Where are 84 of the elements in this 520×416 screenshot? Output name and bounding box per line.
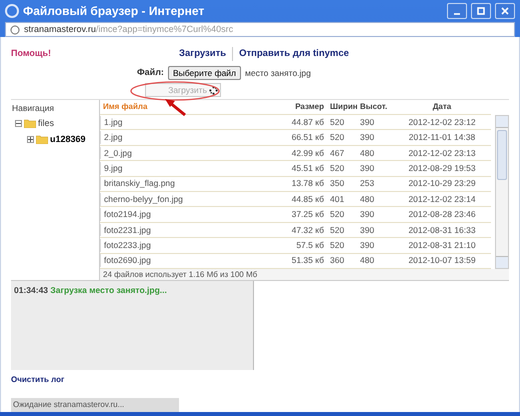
folder-icon xyxy=(36,135,48,144)
folder-label[interactable]: files xyxy=(38,117,54,130)
table-cell-text: 66.51 кб xyxy=(290,131,324,144)
browser-icon xyxy=(5,4,19,18)
table-cell-text: 480 xyxy=(360,146,376,160)
table-cell-text: 2012-12-02 23:12 xyxy=(407,116,477,129)
folder-icon xyxy=(24,119,36,128)
table-cell-text: 57.5 кб xyxy=(295,238,324,252)
file-label: Файл: xyxy=(137,66,164,80)
close-icon xyxy=(500,6,510,16)
table-cell-text: 2012-08-31 16:33 xyxy=(407,224,477,236)
table-cell-text: 51.35 кб xyxy=(290,254,324,268)
close-button[interactable] xyxy=(495,3,515,19)
globe-icon xyxy=(10,24,20,34)
table-cell-text: 390 xyxy=(360,208,376,221)
status-bar: Ожидание stranamasterov.ru... xyxy=(11,398,179,412)
log-message: Загрузка место занято.jpg... xyxy=(50,285,167,295)
table-cell-text: 2012-08-28 23:46 xyxy=(407,208,477,221)
spinner-icon xyxy=(209,86,218,94)
table-cell-text: 520 xyxy=(329,224,346,236)
table-cell-text: 37.25 кб xyxy=(290,208,324,221)
table-cell-text: 360 xyxy=(329,254,346,268)
window-title: Файловый браузер - Интернет xyxy=(23,3,204,20)
file-name: место занято.jpg xyxy=(245,66,311,80)
help-link[interactable]: Помощь! xyxy=(11,47,173,60)
storage-summary: 24 файлов использует 1.16 Мб из 100 Мб xyxy=(100,269,509,280)
table-cell-text: 520 xyxy=(329,208,346,221)
minimize-button[interactable] xyxy=(447,3,467,19)
table-cell-text: 2012-10-07 13:59 xyxy=(407,254,477,268)
minimize-icon xyxy=(453,13,461,15)
clear-log-link[interactable]: Очистить лог xyxy=(11,374,64,386)
table-cell-text: 2012-08-31 21:10 xyxy=(407,238,477,252)
table-cell: foto2194.jpg xyxy=(100,208,276,221)
table-cell: foto2233.jpg xyxy=(100,238,276,252)
table-cell-text: 520 xyxy=(329,162,346,175)
table-cell-text: 2012-12-02 23:14 xyxy=(407,192,477,206)
table-cell: britanskiy_flag.png xyxy=(100,177,276,190)
collapse-toggle[interactable] xyxy=(15,120,22,128)
column-header[interactable]: Размер xyxy=(276,101,324,113)
table-cell-text: 2012-10-29 23:29 xyxy=(407,177,477,190)
table-cell-text: 47.32 кб xyxy=(290,224,324,236)
table-cell-text: 520 xyxy=(329,116,346,129)
table-cell-text: 467 xyxy=(329,146,346,160)
table-cell-text: 520 xyxy=(329,238,346,252)
table-cell-text: 350 xyxy=(329,177,346,190)
table-cell-text: 2012-11-01 14:38 xyxy=(408,131,476,144)
table-cell-text: 390 xyxy=(360,116,376,129)
table-cell-text: 2012-12-02 23:13 xyxy=(407,146,477,160)
table-cell: 1.jpg xyxy=(100,116,276,129)
table-cell-text: 390 xyxy=(360,131,376,144)
table-cell: 9.jpg xyxy=(100,162,276,175)
column-header[interactable]: Дата xyxy=(400,101,484,113)
tab-link[interactable]: Загрузить xyxy=(173,47,234,62)
table-cell-text: 45.51 кб xyxy=(290,162,324,175)
address-bar[interactable]: stranamasterov.ru/imce?app=tinymce%7Curl%40src xyxy=(5,22,515,37)
table-cell-text: 390 xyxy=(360,224,376,236)
table-cell-text: 253 xyxy=(360,177,376,190)
table-cell-text: 480 xyxy=(360,254,376,268)
table-cell-text: 44.87 кб xyxy=(290,116,324,129)
table-cell-text: 42.99 кб xyxy=(290,146,324,160)
table-cell: 2_0.jpg xyxy=(100,146,276,160)
table-cell: cherno-belyy_fon.jpg xyxy=(100,192,276,206)
table-cell: foto2231.jpg xyxy=(100,224,276,236)
table-cell: 2.jpg xyxy=(100,131,276,144)
expand-toggle[interactable] xyxy=(27,136,34,144)
log-time: 01:34:43 xyxy=(14,285,48,295)
column-header[interactable]: Высот. xyxy=(360,101,400,113)
scrollbar[interactable] xyxy=(495,115,509,269)
table-cell: foto2690.jpg xyxy=(100,254,276,268)
maximize-button[interactable] xyxy=(471,3,491,19)
url-text: stranamasterov.ru/imce?app=tinymce%7Curl%40src xyxy=(24,22,234,36)
tab-link[interactable]: Отправить для tinymce xyxy=(233,47,355,62)
table-cell-text: 480 xyxy=(360,192,376,206)
table-cell-text: 44.85 кб xyxy=(290,192,324,206)
table-cell-text: 2012-08-29 19:53 xyxy=(407,162,477,175)
folder-label[interactable]: u128369 xyxy=(50,133,86,146)
maximize-icon xyxy=(476,6,486,16)
table-cell-text: 13.78 кб xyxy=(290,177,324,190)
table-cell-text: 390 xyxy=(360,238,376,252)
column-header[interactable]: Ширин xyxy=(324,101,360,113)
table-cell-text: 390 xyxy=(360,162,376,175)
table-cell-text: 520 xyxy=(329,131,346,144)
table-cell-text: 401 xyxy=(329,192,346,206)
navigation-title: Навигация xyxy=(11,102,55,115)
